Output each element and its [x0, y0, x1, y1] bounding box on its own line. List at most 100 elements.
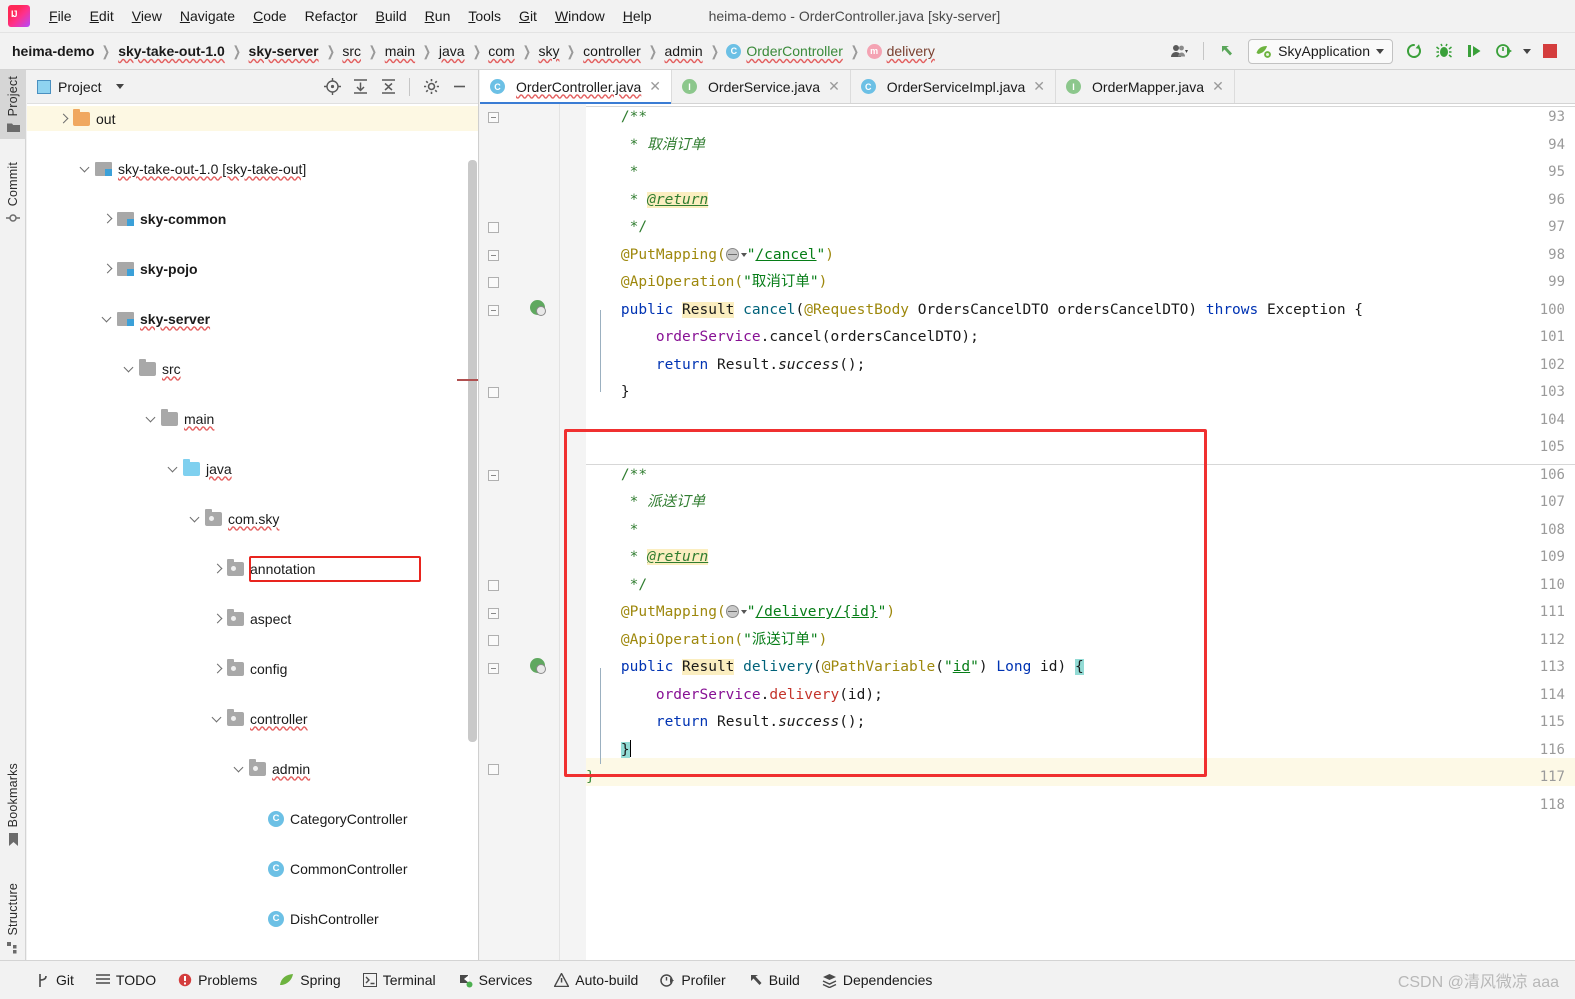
menu-git[interactable]: Git [510, 4, 546, 28]
menu-window[interactable]: Window [546, 4, 614, 28]
debug-bug-icon[interactable] [1431, 39, 1457, 63]
close-icon[interactable]: ✕ [1212, 78, 1224, 95]
run-coverage-icon[interactable] [1461, 39, 1487, 63]
tree-node-main[interactable]: main [27, 406, 478, 431]
run-configuration-selector[interactable]: SkyApplication [1248, 38, 1393, 64]
tree-node-sky-take-out[interactable]: sky-take-out-1.0 [sky-take-out] [27, 156, 478, 181]
fold-marker-icon[interactable] [488, 305, 499, 316]
spring-bean-gutter-icon[interactable] [530, 300, 546, 316]
tree-node-category-controller[interactable]: C CategoryController [27, 806, 478, 831]
sidebar-item-bookmarks[interactable]: Bookmarks [0, 757, 26, 852]
code-text-pane[interactable]: /** * 取消订单 * * @return */ @PutMapping("/… [586, 104, 1575, 960]
collapse-all-icon[interactable] [375, 75, 401, 99]
minimize-icon[interactable] [446, 75, 472, 99]
chevron-right-icon[interactable] [57, 112, 70, 125]
breadcrumb-item-java[interactable]: java [439, 43, 465, 59]
tree-node-common-controller[interactable]: C CommonController [27, 856, 478, 881]
fold-marker-icon[interactable] [488, 222, 499, 233]
tree-node-src[interactable]: src [27, 356, 478, 381]
menu-code[interactable]: Code [244, 4, 295, 28]
code-editor[interactable]: 93 94 95 96 97 98 99 100 101 102 103 104… [480, 104, 1575, 960]
fold-marker-icon[interactable] [488, 663, 499, 674]
chevron-down-icon[interactable] [167, 462, 180, 475]
chevron-right-icon[interactable] [101, 262, 114, 275]
tree-node-annotation[interactable]: annotation [27, 556, 478, 581]
tree-node-com-sky[interactable]: com.sky [27, 506, 478, 531]
menu-tools[interactable]: Tools [459, 4, 510, 28]
close-icon[interactable]: ✕ [1033, 78, 1045, 95]
tree-node-controller[interactable]: controller [27, 706, 478, 731]
gear-icon[interactable] [418, 75, 444, 99]
pull-updates-arrow-icon[interactable] [1214, 39, 1240, 63]
fold-marker-icon[interactable] [488, 112, 499, 123]
tree-node-java[interactable]: java [27, 456, 478, 481]
chevron-right-icon[interactable] [211, 612, 224, 625]
tree-node-sky-common[interactable]: sky-common [27, 206, 478, 231]
chevron-down-icon[interactable] [145, 412, 158, 425]
chevron-right-icon[interactable] [211, 562, 224, 575]
status-item-auto-build[interactable]: Auto-build [554, 972, 638, 988]
chevron-down-icon[interactable] [211, 712, 224, 725]
project-tree[interactable]: out sky-take-out-1.0 [sky-take-out] sky-… [27, 104, 478, 960]
fold-marker-icon[interactable] [488, 580, 499, 591]
project-tree-scrollbar[interactable] [468, 160, 477, 742]
close-icon[interactable]: ✕ [828, 78, 840, 95]
profiler-icon[interactable] [1491, 39, 1517, 63]
status-item-problems[interactable]: Problems [178, 972, 257, 988]
status-item-dependencies[interactable]: Dependencies [822, 972, 932, 988]
tree-node-sky-pojo[interactable]: sky-pojo [27, 256, 478, 281]
breadcrumb-item-method[interactable]: m delivery [866, 43, 935, 59]
tree-node-out[interactable]: out [27, 106, 478, 131]
menu-file[interactable]: File [40, 4, 81, 28]
breadcrumb-item-admin[interactable]: admin [665, 43, 703, 59]
chevron-down-icon[interactable] [79, 162, 92, 175]
spring-bean-gutter-icon[interactable] [530, 658, 546, 674]
tree-node-config[interactable]: config [27, 656, 478, 681]
sidebar-item-project[interactable]: Project [0, 70, 26, 140]
fold-marker-icon[interactable] [488, 470, 499, 481]
status-item-profiler[interactable]: Profiler [660, 972, 726, 988]
status-item-spring[interactable]: Spring [279, 972, 341, 988]
fold-marker-icon[interactable] [488, 250, 499, 261]
user-account-icon[interactable] [1167, 39, 1193, 63]
breadcrumb-item-controller[interactable]: controller [583, 43, 641, 59]
status-item-build[interactable]: Build [748, 972, 800, 988]
sidebar-item-structure[interactable]: Structure [0, 877, 26, 960]
status-item-services[interactable]: Services [458, 972, 532, 988]
editor-tab-orderservice[interactable]: I OrderService.java ✕ [672, 70, 851, 103]
breadcrumb-item-sky-take-out[interactable]: sky-take-out-1.0 [118, 43, 225, 59]
tree-node-dish-controller[interactable]: C DishController [27, 906, 478, 931]
fold-marker-icon[interactable] [488, 387, 499, 398]
status-item-terminal[interactable]: Terminal [362, 972, 436, 988]
breadcrumb-item-src[interactable]: src [342, 43, 361, 59]
editor-tab-orderserviceimpl[interactable]: C OrderServiceImpl.java ✕ [850, 70, 1057, 103]
chevron-right-icon[interactable] [101, 212, 114, 225]
fold-marker-icon[interactable] [488, 635, 499, 646]
menu-run[interactable]: Run [416, 4, 460, 28]
status-item-todo[interactable]: TODO [95, 972, 156, 988]
breadcrumb-item-com[interactable]: com [488, 43, 514, 59]
chevron-down-icon[interactable] [115, 84, 124, 89]
status-item-git[interactable]: Git [36, 972, 74, 988]
breadcrumb-item-sky[interactable]: sky [538, 43, 559, 59]
chevron-down-icon[interactable] [123, 362, 136, 375]
chevron-down-icon[interactable] [101, 312, 114, 325]
close-icon[interactable]: ✕ [649, 78, 661, 95]
breadcrumb-item-sky-server[interactable]: sky-server [249, 43, 319, 59]
tree-node-aspect[interactable]: aspect [27, 606, 478, 631]
menu-navigate[interactable]: Navigate [171, 4, 244, 28]
locate-icon[interactable] [319, 75, 345, 99]
fold-marker-icon[interactable] [488, 608, 499, 619]
breadcrumb-item-main[interactable]: main [385, 43, 415, 59]
menu-refactor[interactable]: Refactor [296, 4, 367, 28]
menu-help[interactable]: Help [614, 4, 661, 28]
fold-marker-icon[interactable] [488, 277, 499, 288]
breadcrumb-item-class[interactable]: C OrderController [726, 43, 843, 59]
menu-build[interactable]: Build [367, 4, 416, 28]
tree-node-sky-server[interactable]: sky-server [27, 306, 478, 331]
chevron-right-icon[interactable] [211, 662, 224, 675]
stop-square-icon[interactable] [1537, 39, 1563, 63]
rerun-icon[interactable] [1401, 39, 1427, 63]
breadcrumb-item-project[interactable]: heima-demo [12, 43, 94, 59]
editor-tab-ordercontroller[interactable]: C OrderController.java ✕ [480, 70, 673, 104]
